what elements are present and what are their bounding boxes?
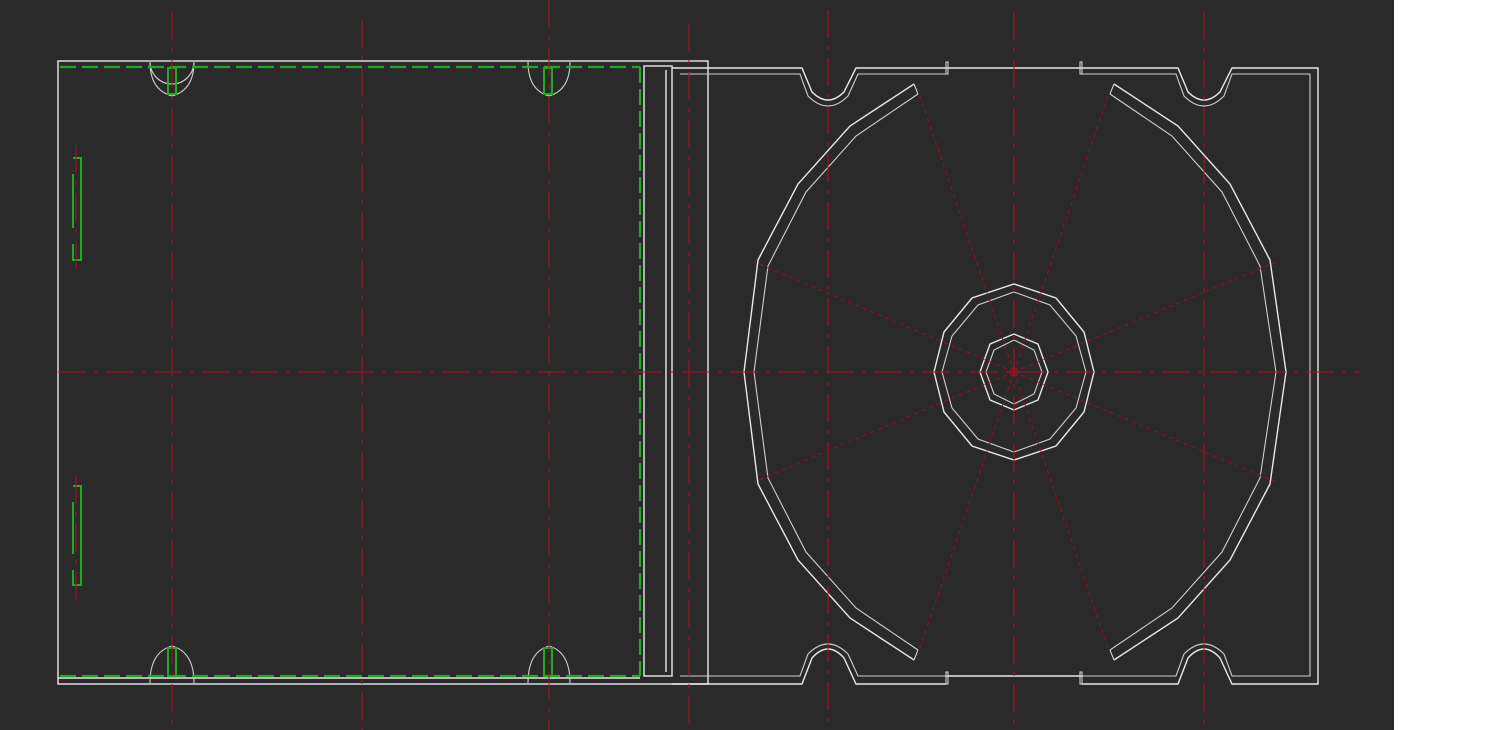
cd-case-drawing [57,0,1360,730]
cad-canvas[interactable] [0,0,1394,730]
spine [643,65,673,677]
center-lines [58,0,1360,730]
tray-panel [672,61,1319,685]
